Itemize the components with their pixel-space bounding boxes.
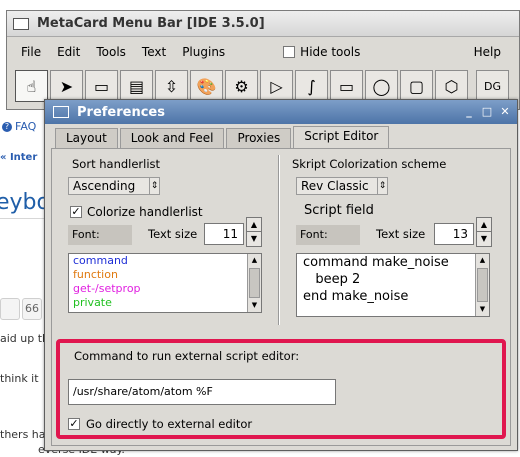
metacard-titlebar[interactable]: MetaCard Menu Bar [IDE 3.5.0]	[7, 11, 519, 37]
breadcrumb[interactable]: « Inter	[0, 152, 37, 163]
window-icon	[13, 17, 29, 30]
minimize-icon[interactable]: _	[463, 106, 475, 118]
scrollbar-tool-icon[interactable]: ⇳	[155, 70, 188, 102]
arrow-up-icon[interactable]: ▲	[247, 218, 261, 232]
menu-file[interactable]: File	[21, 45, 41, 59]
menu-help[interactable]: Help	[474, 45, 501, 59]
script-field-label: Script field	[304, 203, 374, 218]
preferences-dialog: Preferences _ □ ✕ Layout Look and Feel P…	[44, 99, 518, 451]
arrow-up-icon[interactable]: ▲	[248, 254, 261, 267]
tab-layout[interactable]: Layout	[55, 128, 118, 148]
arrow-up-icon[interactable]: ▲	[476, 254, 489, 267]
colorization-scheme-label: Skript Colorization scheme	[292, 157, 447, 171]
scroll-thumb[interactable]	[249, 268, 260, 298]
window-title: MetaCard Menu Bar [IDE 3.5.0]	[37, 16, 265, 31]
sort-handlerlist-label: Sort handlerlist	[72, 157, 161, 171]
preferences-titlebar[interactable]: Preferences _ □ ✕	[45, 100, 517, 124]
text-size-field[interactable]: 11	[204, 223, 244, 245]
text-size-label: Text size	[376, 227, 426, 241]
maximize-icon[interactable]: □	[481, 106, 493, 118]
arrow-down-icon[interactable]: ▼	[248, 299, 261, 312]
metacard-window: MetaCard Menu Bar [IDE 3.5.0] File Edit …	[6, 10, 520, 110]
code-line: end make_noise	[303, 289, 409, 304]
player-tool-icon[interactable]: ⚙	[225, 70, 258, 102]
oval-tool-icon[interactable]: ◯	[365, 70, 398, 102]
script-editor-panel: Sort handlerlist Ascending ⇕ ✓ Colorize …	[51, 148, 511, 446]
divider	[0, 218, 45, 219]
preview-scrollbar[interactable]: ▲ ▼	[475, 254, 489, 316]
checkbox-box[interactable]	[283, 46, 296, 58]
code-line: beep 2	[303, 272, 361, 287]
go-directly-external-checkbox[interactable]: ✓ Go directly to external editor	[68, 417, 252, 431]
arrow-up-icon[interactable]: ▲	[477, 218, 491, 232]
menubar: File Edit Tools Text Plugins Hide tools …	[7, 37, 519, 67]
post-buttons: 66	[0, 298, 42, 320]
text-size-stepper[interactable]: ▲ ▼	[476, 217, 492, 247]
arrow-down-icon[interactable]: ▼	[247, 232, 261, 246]
polygon-tool-icon[interactable]: ▷	[260, 70, 293, 102]
post-text: aid up th	[0, 332, 50, 345]
font-picker[interactable]: Font:	[68, 225, 132, 245]
menu-plugins[interactable]: Plugins	[182, 45, 225, 59]
post-text: thers ha	[0, 428, 46, 441]
hide-tools-checkbox[interactable]: Hide tools	[283, 45, 360, 59]
curve-tool-icon[interactable]: ∫	[295, 70, 328, 102]
menu-tools[interactable]: Tools	[96, 45, 126, 59]
help-icon: ?	[2, 121, 12, 132]
colorization-scheme-dropdown[interactable]: Rev Classic ⇕	[296, 177, 388, 195]
dg-button[interactable]: DG	[476, 70, 509, 102]
script-field-preview[interactable]: command make_noise beep 2 end make_noise…	[296, 253, 490, 317]
menu-edit[interactable]: Edit	[57, 45, 80, 59]
list-item[interactable]: private	[69, 296, 261, 310]
tab-look-and-feel[interactable]: Look and Feel	[119, 128, 225, 148]
external-editor-section: Command to run external script editor: /…	[56, 339, 506, 439]
arrow-down-icon[interactable]: ▼	[476, 303, 489, 316]
handler-color-list[interactable]: command function get-/setprop private ▲ …	[68, 253, 262, 313]
tab-script-editor[interactable]: Script Editor	[293, 126, 390, 148]
pointer-tool-icon[interactable]: ➤	[50, 70, 83, 102]
menu-text[interactable]: Text	[142, 45, 166, 59]
tab-bar: Layout Look and Feel Proxies Script Edit…	[55, 126, 391, 148]
post-text: think it	[0, 372, 39, 385]
palette-tool-icon[interactable]: 🎨	[190, 70, 223, 102]
window-icon	[53, 106, 69, 118]
scroll-thumb[interactable]	[477, 268, 488, 302]
text-size-field[interactable]: 13	[434, 223, 474, 245]
list-item[interactable]: function	[69, 268, 261, 282]
quote-button[interactable]: 66	[22, 298, 42, 320]
browse-tool-icon[interactable]: ☝	[15, 70, 48, 102]
external-editor-label: Command to run external script editor:	[74, 349, 300, 363]
chevron-updown-icon: ⇕	[377, 178, 387, 194]
checkbox-box[interactable]: ✓	[70, 206, 82, 218]
dialog-title: Preferences	[77, 104, 165, 120]
font-picker[interactable]: Font:	[296, 225, 360, 245]
post-button[interactable]	[0, 298, 20, 320]
external-editor-command-input[interactable]: /usr/share/atom/atom %F	[68, 379, 336, 405]
text-size-label: Text size	[148, 227, 198, 241]
sort-order-dropdown[interactable]: Ascending ⇕	[68, 177, 160, 195]
tab-proxies[interactable]: Proxies	[226, 128, 292, 148]
text-size-stepper[interactable]: ▲ ▼	[246, 217, 262, 247]
colorize-handlerlist-checkbox[interactable]: ✓ Colorize handlerlist	[70, 205, 203, 219]
panel-divider	[278, 155, 280, 325]
roundrect-tool-icon[interactable]: ▢	[400, 70, 433, 102]
list-scrollbar[interactable]: ▲ ▼	[247, 254, 261, 312]
code-line: command make_noise	[303, 255, 449, 270]
list-item[interactable]: command	[69, 254, 261, 268]
rectangle-tool-icon[interactable]: ▭	[330, 70, 363, 102]
chevron-updown-icon: ⇕	[149, 178, 159, 194]
regular-polygon-tool-icon[interactable]: ⬡	[435, 70, 468, 102]
faq-link[interactable]: ? FAQ	[2, 120, 36, 133]
field-tool-icon[interactable]: ▤	[120, 70, 153, 102]
checkbox-box[interactable]: ✓	[68, 418, 80, 430]
arrow-down-icon[interactable]: ▼	[477, 232, 491, 246]
list-item[interactable]: get-/setprop	[69, 282, 261, 296]
close-icon[interactable]: ✕	[499, 106, 511, 118]
button-tool-icon[interactable]: ▭	[85, 70, 118, 102]
